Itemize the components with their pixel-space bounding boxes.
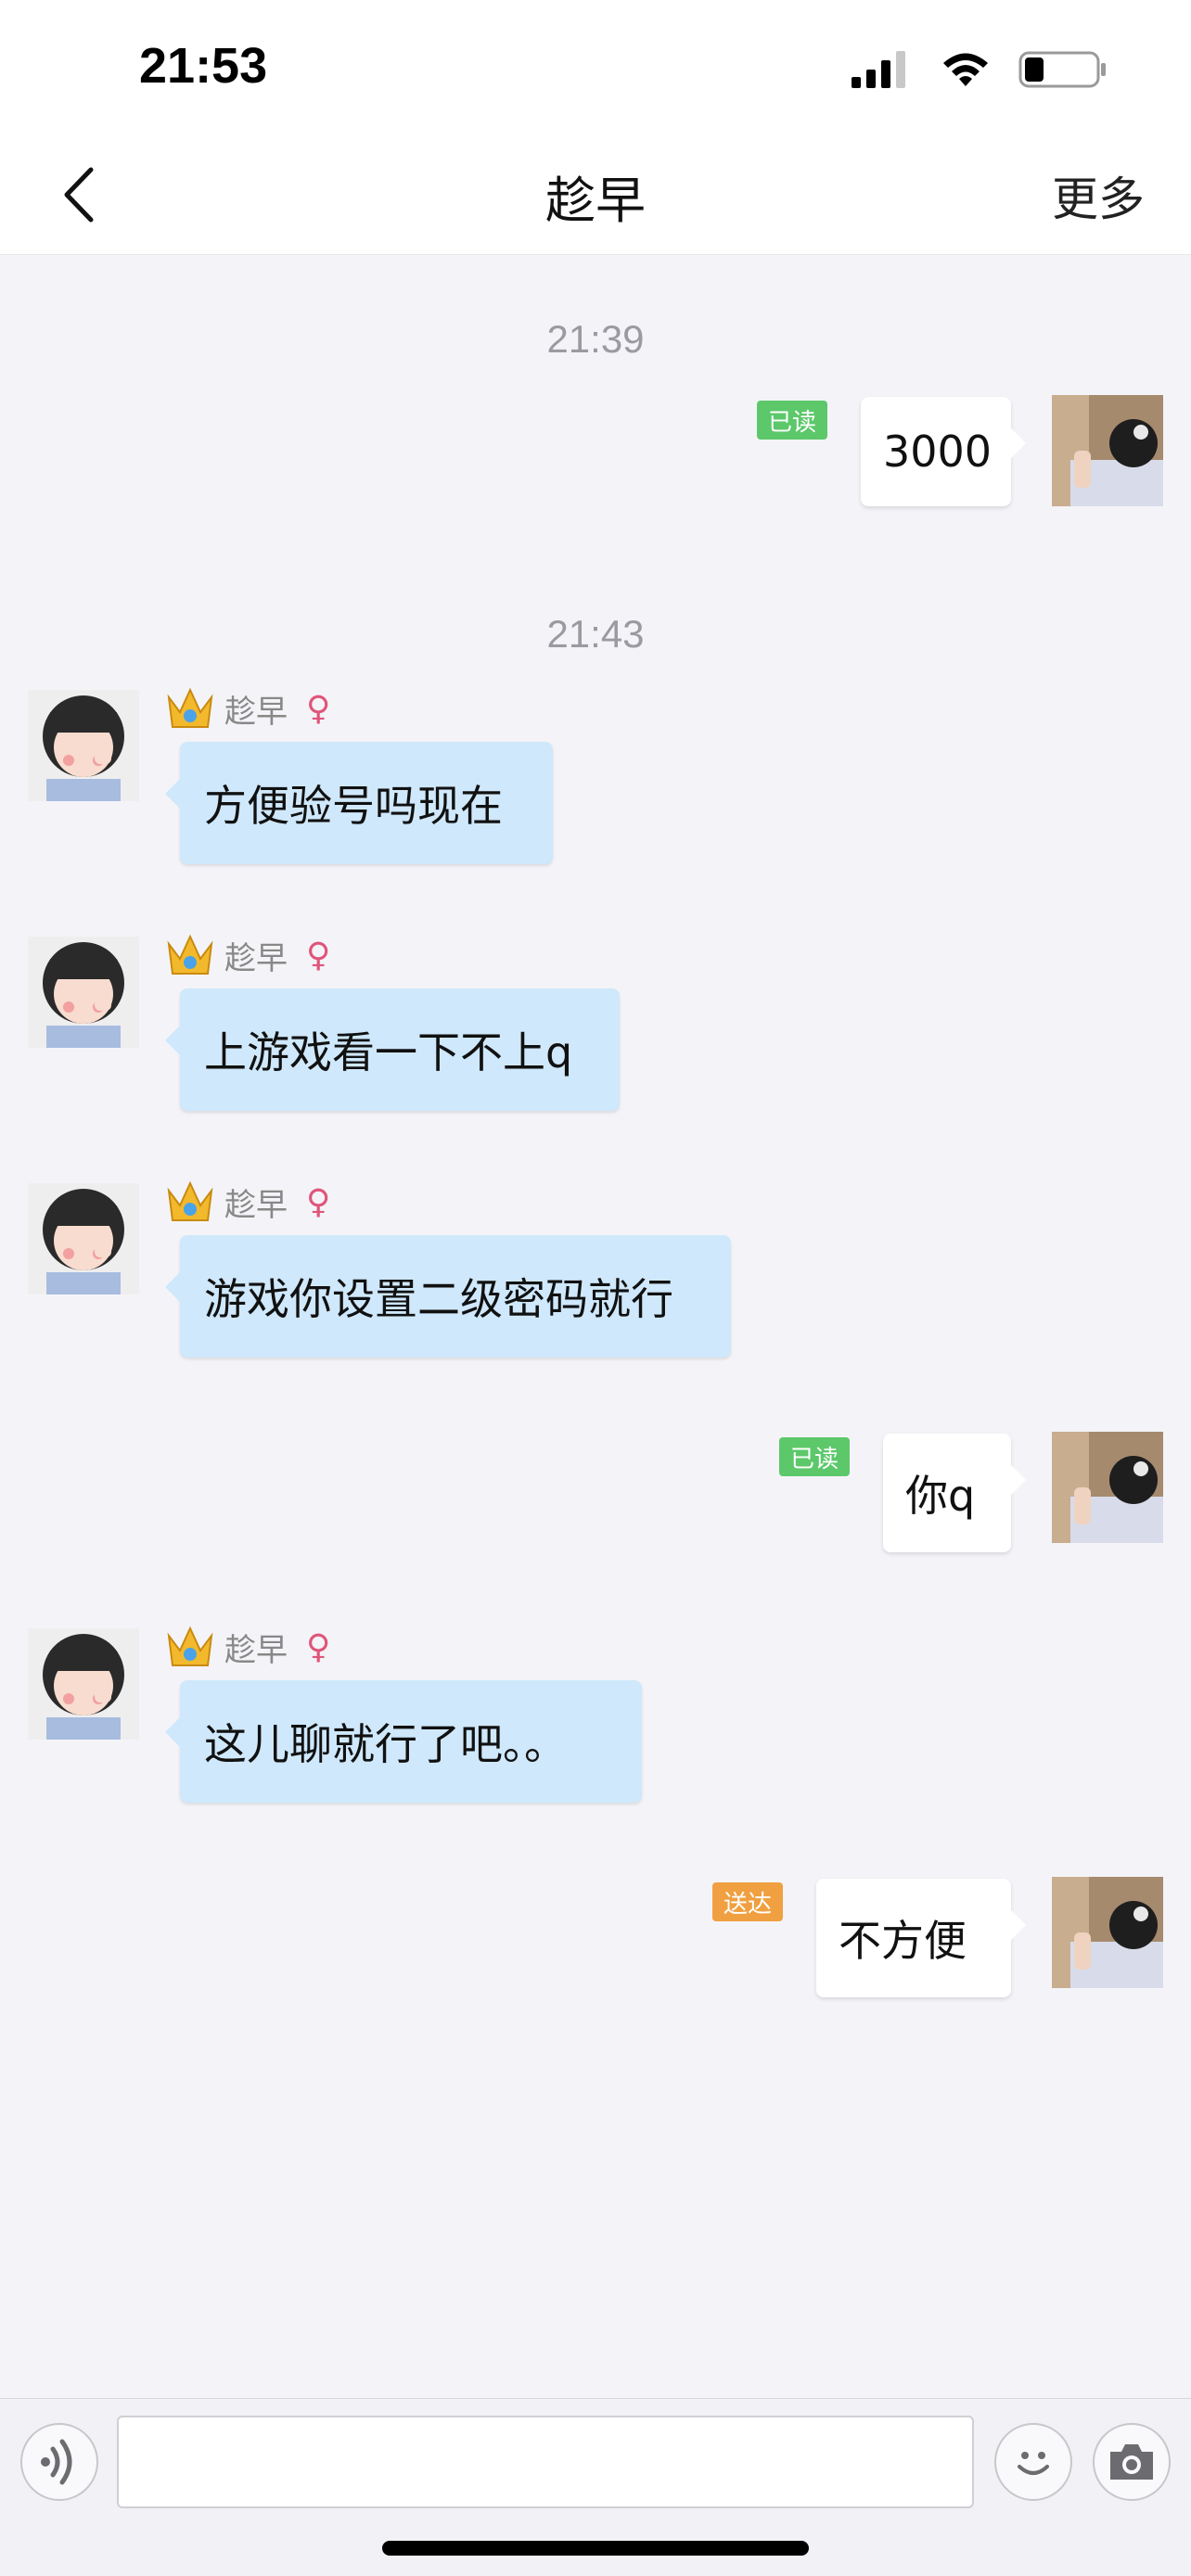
message-bubble-outgoing[interactable]: 你q	[883, 1434, 1026, 1552]
message-bubble-outgoing[interactable]: 3000	[861, 397, 1026, 506]
timestamp: 21:43	[546, 612, 645, 656]
read-badge: 已读	[779, 1437, 851, 1476]
nav-bar: 趁早 更多	[0, 139, 1191, 255]
female-icon: ♀	[306, 1627, 331, 1666]
contact-avatar[interactable]	[28, 937, 139, 1048]
nav-title: 趁早	[545, 172, 646, 230]
status-icons	[850, 46, 1108, 93]
my-avatar[interactable]	[1052, 395, 1163, 506]
read-badge: 已读	[757, 401, 828, 440]
my-avatar[interactable]	[1052, 1877, 1163, 1988]
contact-avatar[interactable]	[28, 1183, 139, 1294]
crown-icon	[165, 931, 215, 979]
voice-icon	[41, 2439, 72, 2485]
voice-button[interactable]	[20, 2423, 98, 2501]
timestamp: 21:39	[546, 317, 645, 361]
message-bubble-incoming[interactable]: 游戏你设置二级密码就行	[165, 1235, 731, 1358]
message-bubble-outgoing[interactable]: 不方便	[816, 1879, 1026, 1997]
sender-name: 趁早	[224, 1186, 288, 1224]
sender-name: 趁早	[224, 693, 288, 731]
message-bubble-incoming[interactable]: 方便验号吗现在	[165, 742, 553, 864]
emoji-button[interactable]	[994, 2423, 1072, 2501]
status-bar: 21:53	[0, 0, 1191, 139]
sender-name: 趁早	[224, 1631, 288, 1669]
sender-label: 趁早 ♀	[165, 684, 330, 733]
message-input[interactable]	[117, 2416, 974, 2508]
sender-label: 趁早 ♀	[165, 1178, 330, 1226]
crown-icon	[165, 684, 215, 733]
female-icon: ♀	[306, 936, 331, 975]
more-button[interactable]: 更多	[1052, 162, 1145, 229]
delivered-badge: 送达	[712, 1882, 784, 1921]
sender-name: 趁早	[224, 939, 288, 977]
emoji-icon	[1018, 2452, 1049, 2475]
my-avatar[interactable]	[1052, 1432, 1163, 1543]
sender-label: 趁早 ♀	[165, 931, 330, 979]
crown-icon	[165, 1623, 215, 1671]
camera-button[interactable]	[1093, 2423, 1171, 2501]
chat-messages[interactable]: 21:39 已读 3000 21:43 趁早 ♀ 方便验号吗现在 趁早 ♀ 上游…	[0, 256, 1191, 2398]
female-icon: ♀	[306, 1182, 331, 1221]
message-bubble-incoming[interactable]: 这儿聊就行了吧。。	[165, 1680, 642, 1803]
message-bubble-incoming[interactable]: 上游戏看一下不上q	[165, 988, 620, 1111]
camera-icon	[1110, 2444, 1153, 2480]
contact-avatar[interactable]	[28, 1628, 139, 1740]
home-indicator	[382, 2541, 809, 2556]
wifi-icon	[943, 53, 988, 86]
status-time: 21:53	[139, 38, 268, 94]
female-icon: ♀	[306, 689, 331, 728]
cellular-signal-icon	[852, 51, 905, 88]
contact-avatar[interactable]	[28, 690, 139, 801]
sender-label: 趁早 ♀	[165, 1623, 330, 1671]
crown-icon	[165, 1178, 215, 1226]
battery-icon	[1018, 51, 1106, 88]
